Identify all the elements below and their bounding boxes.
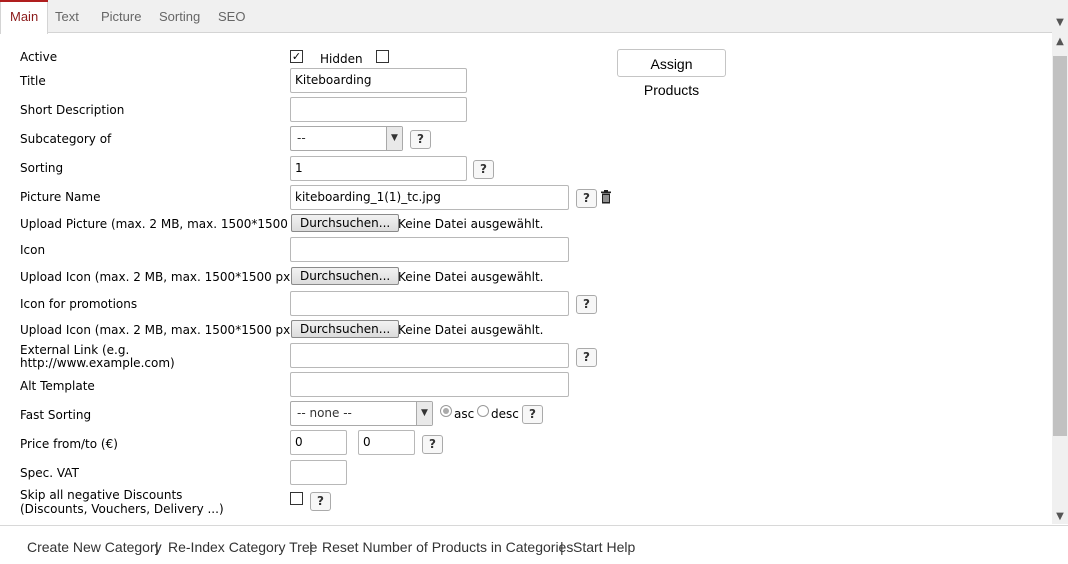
price-help-button[interactable]: ? <box>422 435 443 454</box>
sorting-input[interactable]: 1 <box>290 156 467 181</box>
price-from-input[interactable]: 0 <box>290 430 347 455</box>
external-link-input[interactable] <box>290 343 569 368</box>
create-new-category-link[interactable]: Create New Category <box>27 539 162 555</box>
tab-text[interactable]: Text <box>46 0 88 34</box>
chevron-down-icon[interactable]: ▼ <box>1052 16 1068 30</box>
hidden-checkbox[interactable] <box>376 50 389 63</box>
skip-discounts-label: Skip all negative Discounts <box>20 488 183 502</box>
icon-promotions-help-button[interactable]: ? <box>576 295 597 314</box>
picture-name-label: Picture Name <box>20 190 101 204</box>
tab-bar: Main Text Picture Sorting SEO <box>0 0 1052 34</box>
fast-sorting-label: Fast Sorting <box>20 408 92 422</box>
fast-sorting-select[interactable]: -- none -- ▼ <box>290 401 433 426</box>
picture-name-input[interactable]: kiteboarding_1(1)_tc.jpg <box>290 185 569 210</box>
subcategory-help-button[interactable]: ? <box>410 130 431 149</box>
reset-product-count-link[interactable]: Reset Number of Products in Categories <box>322 539 573 555</box>
reindex-category-tree-link[interactable]: Re-Index Category Tree <box>168 539 317 555</box>
tab-sorting[interactable]: Sorting <box>150 0 209 34</box>
active-label: Active <box>20 50 58 64</box>
icon-label: Icon <box>20 243 46 257</box>
upload-promo-icon-label: Upload Icon (max. 2 MB, max. 1500*1500 p… <box>20 323 295 337</box>
tab-picture[interactable]: Picture <box>92 0 150 34</box>
sorting-label: Sorting <box>20 161 64 175</box>
sort-asc-label: asc <box>454 407 475 421</box>
skip-discounts-help-button[interactable]: ? <box>310 492 331 511</box>
alt-template-label: Alt Template <box>20 379 95 393</box>
subcategory-value: -- <box>297 131 306 145</box>
sorting-help-button[interactable]: ? <box>473 160 494 179</box>
fast-sorting-help-button[interactable]: ? <box>522 405 543 424</box>
subcategory-select[interactable]: -- ▼ <box>290 126 403 151</box>
external-link-help-button[interactable]: ? <box>576 348 597 367</box>
upload-promo-icon-browse-button[interactable]: Durchsuchen... <box>291 320 400 338</box>
short-description-input[interactable] <box>290 97 467 122</box>
assign-products-button[interactable]: Assign Products <box>617 49 726 98</box>
chevron-down-icon: ▼ <box>386 127 402 150</box>
external-link-label: External Link (e.g. <box>20 343 130 357</box>
icon-promotions-input[interactable] <box>290 291 569 316</box>
title-input[interactable]: Kiteboarding <box>290 68 467 93</box>
start-help-link[interactable]: Start Help <box>573 539 635 555</box>
footer-bar: Create New Category | Re-Index Category … <box>0 525 1068 564</box>
scrollbar[interactable]: ▼ ▲ ▼ <box>1052 0 1068 524</box>
tab-main[interactable]: Main <box>0 0 49 34</box>
scroll-thumb[interactable] <box>1053 56 1067 436</box>
upload-picture-label: Upload Picture (max. 2 MB, max. 1500*150… <box>20 217 312 231</box>
skip-discounts-label-detail: (Discounts, Vouchers, Delivery ...) <box>20 502 224 516</box>
picture-name-help-button[interactable]: ? <box>576 189 597 208</box>
sort-desc-label: desc <box>491 407 519 421</box>
upload-picture-browse-button[interactable]: Durchsuchen... <box>291 214 400 232</box>
sort-asc-radio[interactable] <box>440 405 452 417</box>
active-checkbox[interactable]: ✓ <box>290 50 303 63</box>
price-label: Price from/to (€) <box>20 437 118 451</box>
icon-input[interactable] <box>290 237 569 262</box>
price-to-input[interactable]: 0 <box>358 430 415 455</box>
chevron-up-icon[interactable]: ▲ <box>1052 35 1068 49</box>
upload-icon-label: Upload Icon (max. 2 MB, max. 1500*1500 p… <box>20 270 295 284</box>
tab-seo[interactable]: SEO <box>209 0 254 34</box>
hidden-label: Hidden <box>320 52 363 66</box>
skip-discounts-checkbox[interactable] <box>290 492 303 505</box>
spec-vat-input[interactable] <box>290 460 347 485</box>
sort-desc-radio[interactable] <box>477 405 489 417</box>
upload-icon-status: Keine Datei ausgewählt. <box>398 270 544 284</box>
short-description-label: Short Description <box>20 103 125 117</box>
upload-picture-status: Keine Datei ausgewählt. <box>398 217 544 231</box>
upload-promo-icon-status: Keine Datei ausgewählt. <box>398 323 544 337</box>
footer-separator: | <box>309 539 313 555</box>
chevron-down-icon[interactable]: ▼ <box>1052 510 1068 524</box>
subcategory-label: Subcategory of <box>20 132 112 146</box>
external-link-label-example: http://www.example.com) <box>20 356 175 370</box>
footer-separator: | <box>560 539 564 555</box>
icon-promotions-label: Icon for promotions <box>20 297 138 311</box>
alt-template-input[interactable] <box>290 372 569 397</box>
upload-icon-browse-button[interactable]: Durchsuchen... <box>291 267 400 285</box>
footer-separator: | <box>155 539 159 555</box>
chevron-down-icon: ▼ <box>416 402 432 425</box>
spec-vat-label: Spec. VAT <box>20 466 79 480</box>
title-label: Title <box>20 74 46 88</box>
fast-sorting-value: -- none -- <box>297 406 352 420</box>
trash-icon[interactable] <box>600 190 612 204</box>
